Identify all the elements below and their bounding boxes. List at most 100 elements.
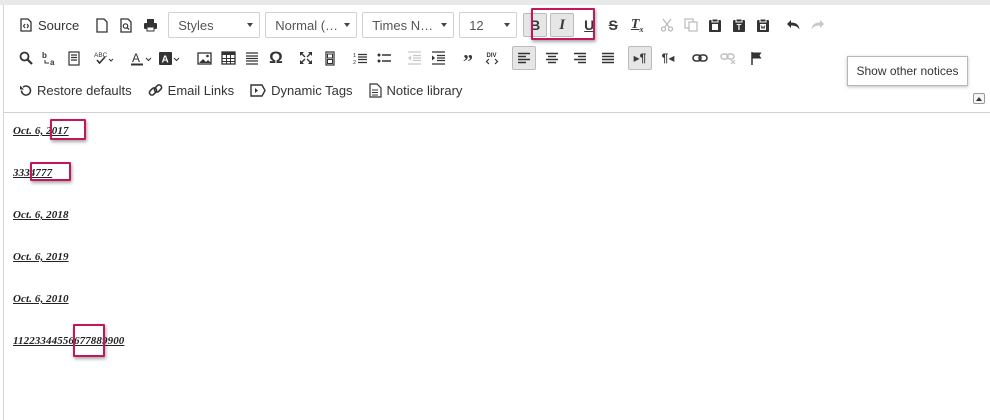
print-button[interactable] bbox=[138, 13, 162, 37]
create-div-button[interactable]: DIV bbox=[480, 46, 504, 70]
quote-icon: ” bbox=[463, 51, 473, 73]
replace-button[interactable]: ba bbox=[38, 46, 62, 70]
special-char-button[interactable]: Ω bbox=[264, 46, 288, 70]
background-color-icon: A bbox=[159, 51, 181, 66]
maximize-button[interactable] bbox=[294, 46, 318, 70]
bold-icon: B bbox=[530, 17, 541, 33]
underline-button[interactable]: U bbox=[577, 13, 601, 37]
paste-text-button[interactable]: T bbox=[727, 13, 751, 37]
background-color-button[interactable]: A bbox=[156, 46, 184, 70]
font-value: Times N… bbox=[372, 17, 434, 33]
font-size-value: 12 bbox=[469, 17, 484, 33]
svg-text:a: a bbox=[50, 58, 55, 66]
horizontal-line-icon bbox=[245, 51, 259, 65]
preview-icon bbox=[119, 17, 133, 33]
editor-toolbar: Source Styles Normal (… Times N… 12 B I bbox=[4, 5, 990, 113]
undo-button[interactable] bbox=[781, 13, 805, 37]
notice-library-button[interactable]: Notice library bbox=[364, 78, 468, 102]
show-blocks-button[interactable] bbox=[318, 46, 342, 70]
svg-text:A: A bbox=[162, 54, 169, 65]
print-icon bbox=[143, 18, 158, 32]
scissors-icon bbox=[660, 18, 674, 32]
collapse-toolbar-button[interactable] bbox=[973, 93, 985, 104]
source-button[interactable]: Source bbox=[14, 13, 84, 37]
image-icon bbox=[196, 51, 212, 65]
editor-line[interactable]: Oct. 6, 2017 bbox=[13, 125, 69, 137]
svg-text:1: 1 bbox=[353, 53, 356, 59]
redo-icon bbox=[810, 19, 825, 31]
numbered-list-button[interactable]: 12 bbox=[348, 46, 372, 70]
align-left-button[interactable] bbox=[512, 46, 536, 70]
align-center-icon bbox=[545, 52, 559, 65]
anchor-button[interactable] bbox=[744, 46, 768, 70]
link-icon bbox=[692, 53, 708, 63]
svg-text:ABC: ABC bbox=[94, 52, 108, 59]
restore-icon bbox=[19, 84, 32, 97]
image-button[interactable] bbox=[192, 46, 216, 70]
clipboard-icon bbox=[708, 18, 722, 33]
unlink-button[interactable] bbox=[716, 46, 740, 70]
omega-icon: Ω bbox=[269, 48, 283, 67]
editor-line[interactable]: Oct. 6, 2018 bbox=[13, 209, 69, 221]
unlink-icon bbox=[720, 52, 736, 64]
outdent-icon bbox=[407, 51, 422, 65]
remove-format-button[interactable]: Tx bbox=[625, 13, 649, 37]
text-direction-rtl-button[interactable]: ¶◂ bbox=[656, 46, 680, 70]
undo-icon bbox=[786, 19, 801, 31]
align-right-button[interactable] bbox=[568, 46, 592, 70]
link-button[interactable] bbox=[688, 46, 712, 70]
editor-content[interactable]: Oct. 6, 2017 3334777 Oct. 6, 2018 Oct. 6… bbox=[4, 114, 990, 420]
chevron-down-icon bbox=[344, 23, 351, 27]
outdent-button[interactable] bbox=[402, 46, 426, 70]
chevron-up-icon bbox=[976, 96, 982, 101]
paste-word-button[interactable] bbox=[751, 13, 775, 37]
editor-line[interactable]: 11223344556677889900 bbox=[13, 335, 124, 347]
italic-button[interactable]: I bbox=[550, 13, 575, 37]
justify-icon bbox=[601, 52, 615, 65]
justify-button[interactable] bbox=[596, 46, 620, 70]
text-color-button[interactable]: A bbox=[128, 46, 156, 70]
format-dropdown[interactable]: Normal (… bbox=[265, 12, 358, 38]
new-page-button[interactable] bbox=[90, 13, 114, 37]
dynamic-tags-button[interactable]: Dynamic Tags bbox=[245, 78, 357, 102]
strikethrough-button[interactable]: S bbox=[601, 13, 625, 37]
svg-text:b: b bbox=[42, 51, 47, 60]
svg-text:2: 2 bbox=[353, 60, 356, 65]
styles-dropdown[interactable]: Styles bbox=[168, 12, 261, 38]
editor-line[interactable]: Oct. 6, 2010 bbox=[13, 293, 69, 305]
strikethrough-icon: S bbox=[608, 17, 618, 33]
horizontal-line-button[interactable] bbox=[240, 46, 264, 70]
numbered-list-icon: 12 bbox=[353, 51, 367, 65]
editor-line[interactable]: 3334777 bbox=[13, 167, 52, 179]
blockquote-button[interactable]: ” bbox=[456, 46, 480, 73]
chevron-down-icon bbox=[247, 23, 254, 27]
div-icon: DIV bbox=[485, 51, 499, 66]
restore-defaults-label: Restore defaults bbox=[37, 82, 132, 98]
indent-button[interactable] bbox=[426, 46, 450, 70]
editor-line[interactable]: Oct. 6, 2019 bbox=[13, 251, 69, 263]
preview-button[interactable] bbox=[114, 13, 138, 37]
clipboard-text-icon: T bbox=[732, 18, 746, 33]
source-label: Source bbox=[38, 17, 80, 33]
align-center-button[interactable] bbox=[540, 46, 564, 70]
remove-format-icon: Tx bbox=[630, 16, 644, 34]
table-button[interactable] bbox=[216, 46, 240, 70]
redo-button[interactable] bbox=[805, 13, 829, 37]
bold-button[interactable]: B bbox=[523, 13, 548, 37]
cut-button[interactable] bbox=[655, 13, 679, 37]
email-links-button[interactable]: Email Links bbox=[143, 78, 239, 102]
text-color-icon: A bbox=[131, 51, 153, 66]
spell-check-button[interactable]: ABC bbox=[90, 46, 120, 70]
restore-defaults-button[interactable]: Restore defaults bbox=[14, 78, 137, 102]
copy-button[interactable] bbox=[679, 13, 703, 37]
font-dropdown[interactable]: Times N… bbox=[362, 12, 455, 38]
dynamic-tags-label: Dynamic Tags bbox=[271, 82, 353, 98]
bulleted-list-button[interactable] bbox=[372, 46, 396, 70]
paste-button[interactable] bbox=[703, 13, 727, 37]
font-size-dropdown[interactable]: 12 bbox=[459, 12, 518, 38]
find-button[interactable] bbox=[14, 46, 38, 70]
clipboard-word-icon bbox=[756, 18, 770, 33]
select-all-button[interactable] bbox=[62, 46, 86, 70]
toolbar-row-1: Source Styles Normal (… Times N… 12 B I bbox=[14, 12, 829, 38]
text-direction-ltr-button[interactable]: ▸¶ bbox=[628, 46, 652, 70]
